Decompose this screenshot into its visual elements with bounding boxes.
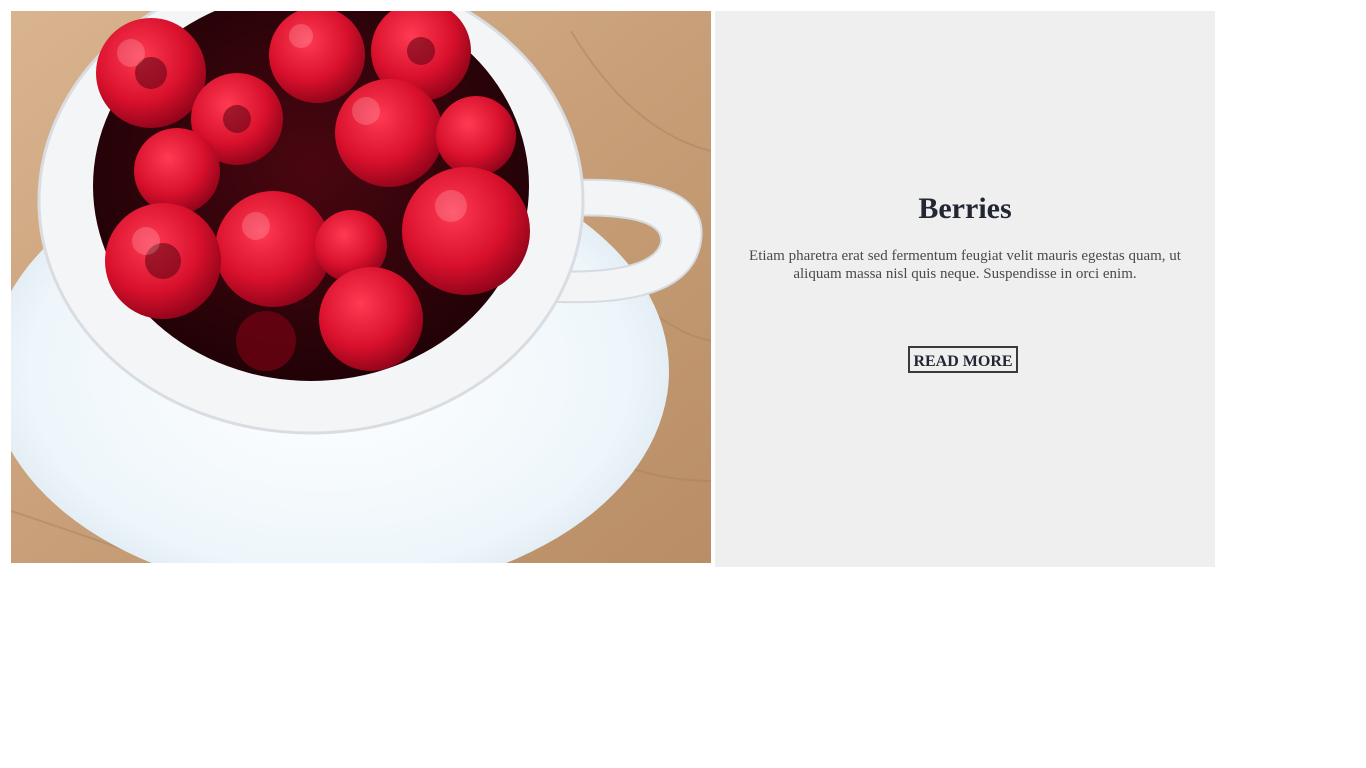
raspberries-photo bbox=[11, 11, 711, 563]
read-more-button[interactable]: READ MORE bbox=[908, 346, 1018, 373]
feature-card: Berries Etiam pharetra erat sed fermentu… bbox=[11, 11, 1215, 567]
card-title: Berries bbox=[918, 192, 1012, 225]
card-description: Etiam pharetra erat sed fermentum feugia… bbox=[749, 248, 1181, 282]
content-panel: Berries Etiam pharetra erat sed fermentu… bbox=[715, 11, 1215, 567]
